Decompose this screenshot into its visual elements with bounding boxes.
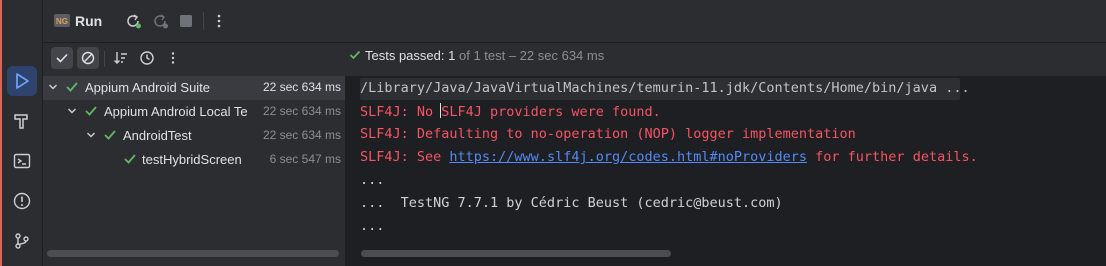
console-command-line[interactable]: /Library/Java/JavaVirtualMachines/temuri… (360, 80, 970, 96)
run-icon (16, 73, 29, 89)
console-link[interactable]: https://www.slf4j.org/codes.html#noProvi… (449, 149, 807, 165)
tree-row[interactable]: Appium Android Local Te 22 sec 634 ms (43, 100, 345, 124)
stop-button[interactable] (176, 11, 196, 31)
tree-label: Appium Android Local Te (104, 104, 248, 119)
testng-icon: NG (54, 14, 70, 27)
tree-label: Appium Android Suite (85, 80, 211, 95)
tree-label: AndroidTest (123, 128, 192, 143)
toolbar-separator (104, 51, 105, 67)
test-status: Tests passed: 1 of 1 test – 22 sec 634 m… (349, 48, 604, 63)
sort-icon (114, 52, 127, 64)
git-tool-button[interactable] (7, 226, 37, 256)
stop-filter-icon (81, 51, 95, 65)
tree-label: testHybridScreen (142, 152, 242, 167)
problems-tool-button[interactable] (7, 186, 37, 216)
console-text: SLF4J: See (360, 149, 450, 165)
tree-horizontal-scrollbar[interactable] (47, 250, 339, 257)
more-options-button[interactable] (209, 11, 229, 31)
check-icon (349, 50, 361, 60)
chevron-down-icon[interactable] (85, 129, 97, 141)
build-icon (14, 114, 28, 129)
rerun-button[interactable] (123, 11, 143, 31)
run-tool-button[interactable] (7, 66, 37, 96)
tree-time: 22 sec 634 ms (258, 104, 341, 118)
test-tree: Appium Android Suite 22 sec 634 ms Appiu… (43, 76, 345, 266)
rerun-icon (127, 14, 141, 29)
chevron-down-icon[interactable] (66, 105, 78, 117)
terminal-icon (13, 153, 31, 169)
console-text: SLF4J providers were found. (441, 104, 661, 120)
check-icon (85, 106, 97, 116)
check-icon (56, 53, 68, 63)
tool-window-strip (2, 0, 43, 266)
chevron-down-icon[interactable] (47, 81, 59, 93)
terminal-tool-button[interactable] (7, 146, 37, 176)
sort-by-duration-button[interactable] (136, 47, 158, 69)
build-tool-button[interactable] (7, 106, 37, 136)
rerun-failed-button[interactable] (150, 11, 170, 31)
console-line: ... TestNG 7.7.1 by Cédric Beust (cedric… (360, 195, 783, 211)
svg-text:NG: NG (56, 17, 68, 26)
show-ignored-toggle[interactable] (77, 47, 99, 69)
tree-time: 6 sec 547 ms (265, 152, 341, 166)
clock-icon (140, 51, 154, 65)
tree-time: 22 sec 634 ms (258, 80, 341, 94)
status-passed-count: 1 (448, 48, 456, 63)
more-icon (217, 14, 221, 28)
check-icon (66, 82, 78, 92)
console-horizontal-scrollbar[interactable] (361, 250, 671, 257)
test-more-button[interactable] (162, 47, 184, 69)
console-line: SLF4J: No SLF4J providers were found. (360, 103, 661, 120)
console-text: SLF4J: No (360, 104, 442, 120)
status-passed-label: Tests passed: (365, 48, 445, 63)
run-panel-title: Run (75, 13, 103, 29)
show-passed-toggle[interactable] (51, 47, 73, 69)
status-rest: of 1 test – 22 sec 634 ms (458, 48, 605, 63)
check-icon (124, 154, 136, 164)
tree-time: 22 sec 634 ms (258, 128, 341, 142)
tree-row[interactable]: Appium Android Suite 22 sec 634 ms (43, 76, 345, 100)
console-line: SLF4J: See https://www.slf4j.org/codes.h… (360, 149, 978, 165)
run-panel: NG Run Tests passed: 1 of 1 test – 22 se… (43, 0, 1106, 266)
rerun-failed-icon (154, 14, 168, 29)
test-toolbar (43, 43, 343, 75)
header-separator (203, 12, 204, 30)
console-text: for further details. (807, 149, 978, 165)
sort-button[interactable] (110, 47, 132, 69)
stop-icon (180, 15, 192, 27)
run-panel-header: NG Run (43, 0, 1106, 43)
console-output[interactable]: /Library/Java/JavaVirtualMachines/temuri… (346, 76, 1106, 252)
check-icon (104, 130, 116, 140)
more-icon (171, 52, 175, 64)
tree-row[interactable]: testHybridScreen 6 sec 547 ms (43, 148, 345, 172)
console-line: ... (360, 218, 385, 234)
git-icon (15, 233, 29, 249)
console-line: SLF4J: Defaulting to no-operation (NOP) … (360, 126, 856, 142)
tree-row[interactable]: AndroidTest 22 sec 634 ms (43, 124, 345, 148)
console-line: ... (360, 172, 385, 188)
problems-icon (13, 192, 31, 210)
